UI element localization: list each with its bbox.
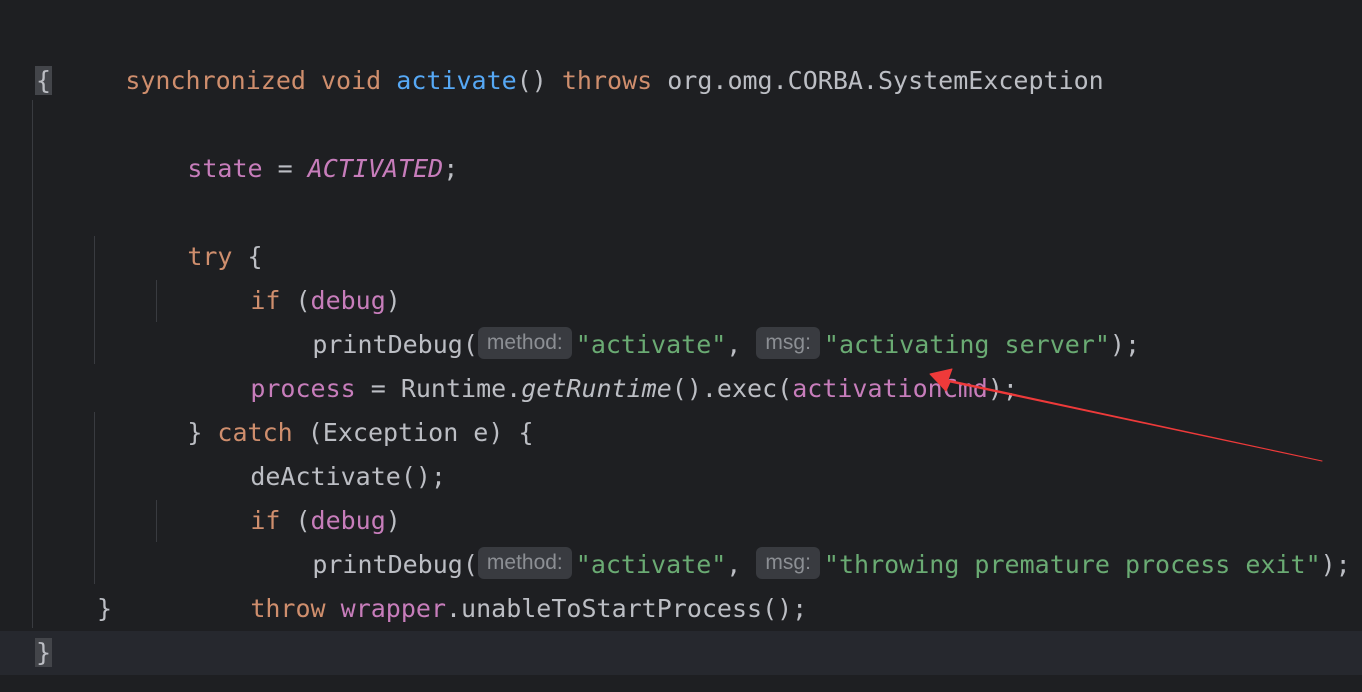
code-line-method-close[interactable]: } (0, 631, 1362, 675)
code-line-open-brace[interactable]: { (0, 59, 1362, 103)
code-line-state-assign[interactable]: state = ACTIVATED; (0, 103, 1362, 183)
code-line-catch[interactable]: } catch (Exception e) { (0, 367, 1362, 447)
field-state: state (187, 154, 263, 183)
constant-activated: ACTIVATED (307, 154, 444, 183)
semicolon: ; (443, 154, 459, 183)
code-line-try[interactable]: try { (0, 191, 1362, 271)
code-editor[interactable]: synchronized void activate() throws org.… (0, 0, 1362, 692)
matched-close-brace: } (35, 638, 53, 667)
code-line-if-debug-2[interactable]: if (debug) (0, 455, 1362, 535)
code-line-process-exec[interactable]: process = Runtime.getRuntime().exec(acti… (0, 323, 1362, 403)
code-line-deactivate[interactable]: deActivate(); (0, 411, 1362, 491)
code-line-catch-close[interactable]: } (0, 587, 1362, 631)
matched-open-brace: { (35, 66, 53, 95)
close-brace: } (97, 594, 113, 623)
code-line-throw[interactable]: throw wrapper.unableToStartProcess(); (0, 543, 1362, 623)
code-line-method-signature[interactable]: synchronized void activate() throws org.… (0, 15, 1362, 95)
code-line-printdebug-2[interactable]: printDebug(method: "activate", msg: "throw… (0, 499, 1362, 579)
code-line-if-debug-1[interactable]: if (debug) (0, 235, 1362, 315)
assign-operator: = (262, 154, 308, 183)
code-line-printdebug-1[interactable]: printDebug(method: "activate", msg: "activ… (0, 279, 1362, 359)
